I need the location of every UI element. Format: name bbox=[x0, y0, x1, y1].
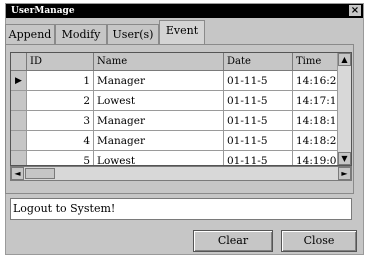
tab-event[interactable]: Event bbox=[159, 20, 205, 44]
tab-append[interactable]: Append bbox=[5, 24, 55, 44]
column-header-date[interactable]: Date bbox=[224, 53, 293, 71]
cell-id: 1 bbox=[27, 71, 94, 91]
cell-date: 01-11-5 bbox=[224, 71, 293, 91]
clear-button[interactable]: Clear bbox=[193, 230, 273, 252]
tab-modify[interactable]: Modify bbox=[55, 24, 107, 44]
cell-time: 14:16:28 bbox=[293, 71, 343, 91]
table-row[interactable]: 4 Manager 01-11-5 14:18:27 bbox=[11, 131, 351, 151]
scroll-down-icon[interactable]: ▼ bbox=[338, 152, 351, 165]
cell-date: 01-11-5 bbox=[224, 131, 293, 151]
cell-date: 01-11-5 bbox=[224, 91, 293, 111]
event-grid[interactable]: ID Name Date Time ▶ 1 Manager 01-11-5 14… bbox=[10, 52, 352, 166]
table-row[interactable]: 3 Manager 01-11-5 14:18:17 bbox=[11, 111, 351, 131]
tab-users[interactable]: User(s) bbox=[107, 24, 159, 44]
close-icon[interactable]: × bbox=[349, 5, 361, 16]
vertical-scrollbar[interactable]: ▲ ▼ bbox=[337, 53, 351, 165]
status-message-box: Logout to System! bbox=[10, 198, 352, 220]
close-button[interactable]: Close bbox=[281, 230, 357, 252]
row-indicator bbox=[11, 131, 27, 151]
cell-name: Manager bbox=[94, 71, 224, 91]
column-header-id[interactable]: ID bbox=[27, 53, 94, 71]
cell-id: 4 bbox=[27, 131, 94, 151]
row-indicator bbox=[11, 111, 27, 131]
cell-time: 14:19:01 bbox=[293, 151, 343, 165]
table-row[interactable]: ▶ 1 Manager 01-11-5 14:16:28 bbox=[11, 71, 351, 91]
row-indicator bbox=[11, 151, 27, 165]
scroll-up-icon[interactable]: ▲ bbox=[338, 53, 351, 66]
grid-header: ID Name Date Time bbox=[11, 53, 351, 71]
horizontal-scroll-thumb[interactable] bbox=[25, 168, 55, 179]
cell-time: 14:18:17 bbox=[293, 111, 343, 131]
column-header-name[interactable]: Name bbox=[94, 53, 224, 71]
cell-date: 01-11-5 bbox=[224, 111, 293, 131]
table-row[interactable]: 5 Lowest 01-11-5 14:19:01 bbox=[11, 151, 351, 165]
row-indicator bbox=[11, 91, 27, 111]
cell-name: Manager bbox=[94, 131, 224, 151]
cell-name: Lowest bbox=[94, 151, 224, 165]
table-row[interactable]: 2 Lowest 01-11-5 14:17:13 bbox=[11, 91, 351, 111]
title-bar: UserManage × bbox=[6, 4, 363, 18]
scroll-right-icon[interactable]: ► bbox=[338, 167, 351, 180]
cell-id: 3 bbox=[27, 111, 94, 131]
row-current-indicator: ▶ bbox=[11, 71, 27, 91]
horizontal-scrollbar[interactable]: ◄ ► bbox=[10, 166, 352, 181]
cell-name: Manager bbox=[94, 111, 224, 131]
cell-id: 5 bbox=[27, 151, 94, 165]
cell-time: 14:17:13 bbox=[293, 91, 343, 111]
scroll-left-icon[interactable]: ◄ bbox=[11, 167, 24, 180]
header-indicator-cell bbox=[11, 53, 27, 71]
cell-name: Lowest bbox=[94, 91, 224, 111]
cell-id: 2 bbox=[27, 91, 94, 111]
column-header-time[interactable]: Time bbox=[293, 53, 339, 71]
window-title: UserManage bbox=[11, 6, 75, 16]
cell-time: 14:18:27 bbox=[293, 131, 343, 151]
cell-date: 01-11-5 bbox=[224, 151, 293, 165]
